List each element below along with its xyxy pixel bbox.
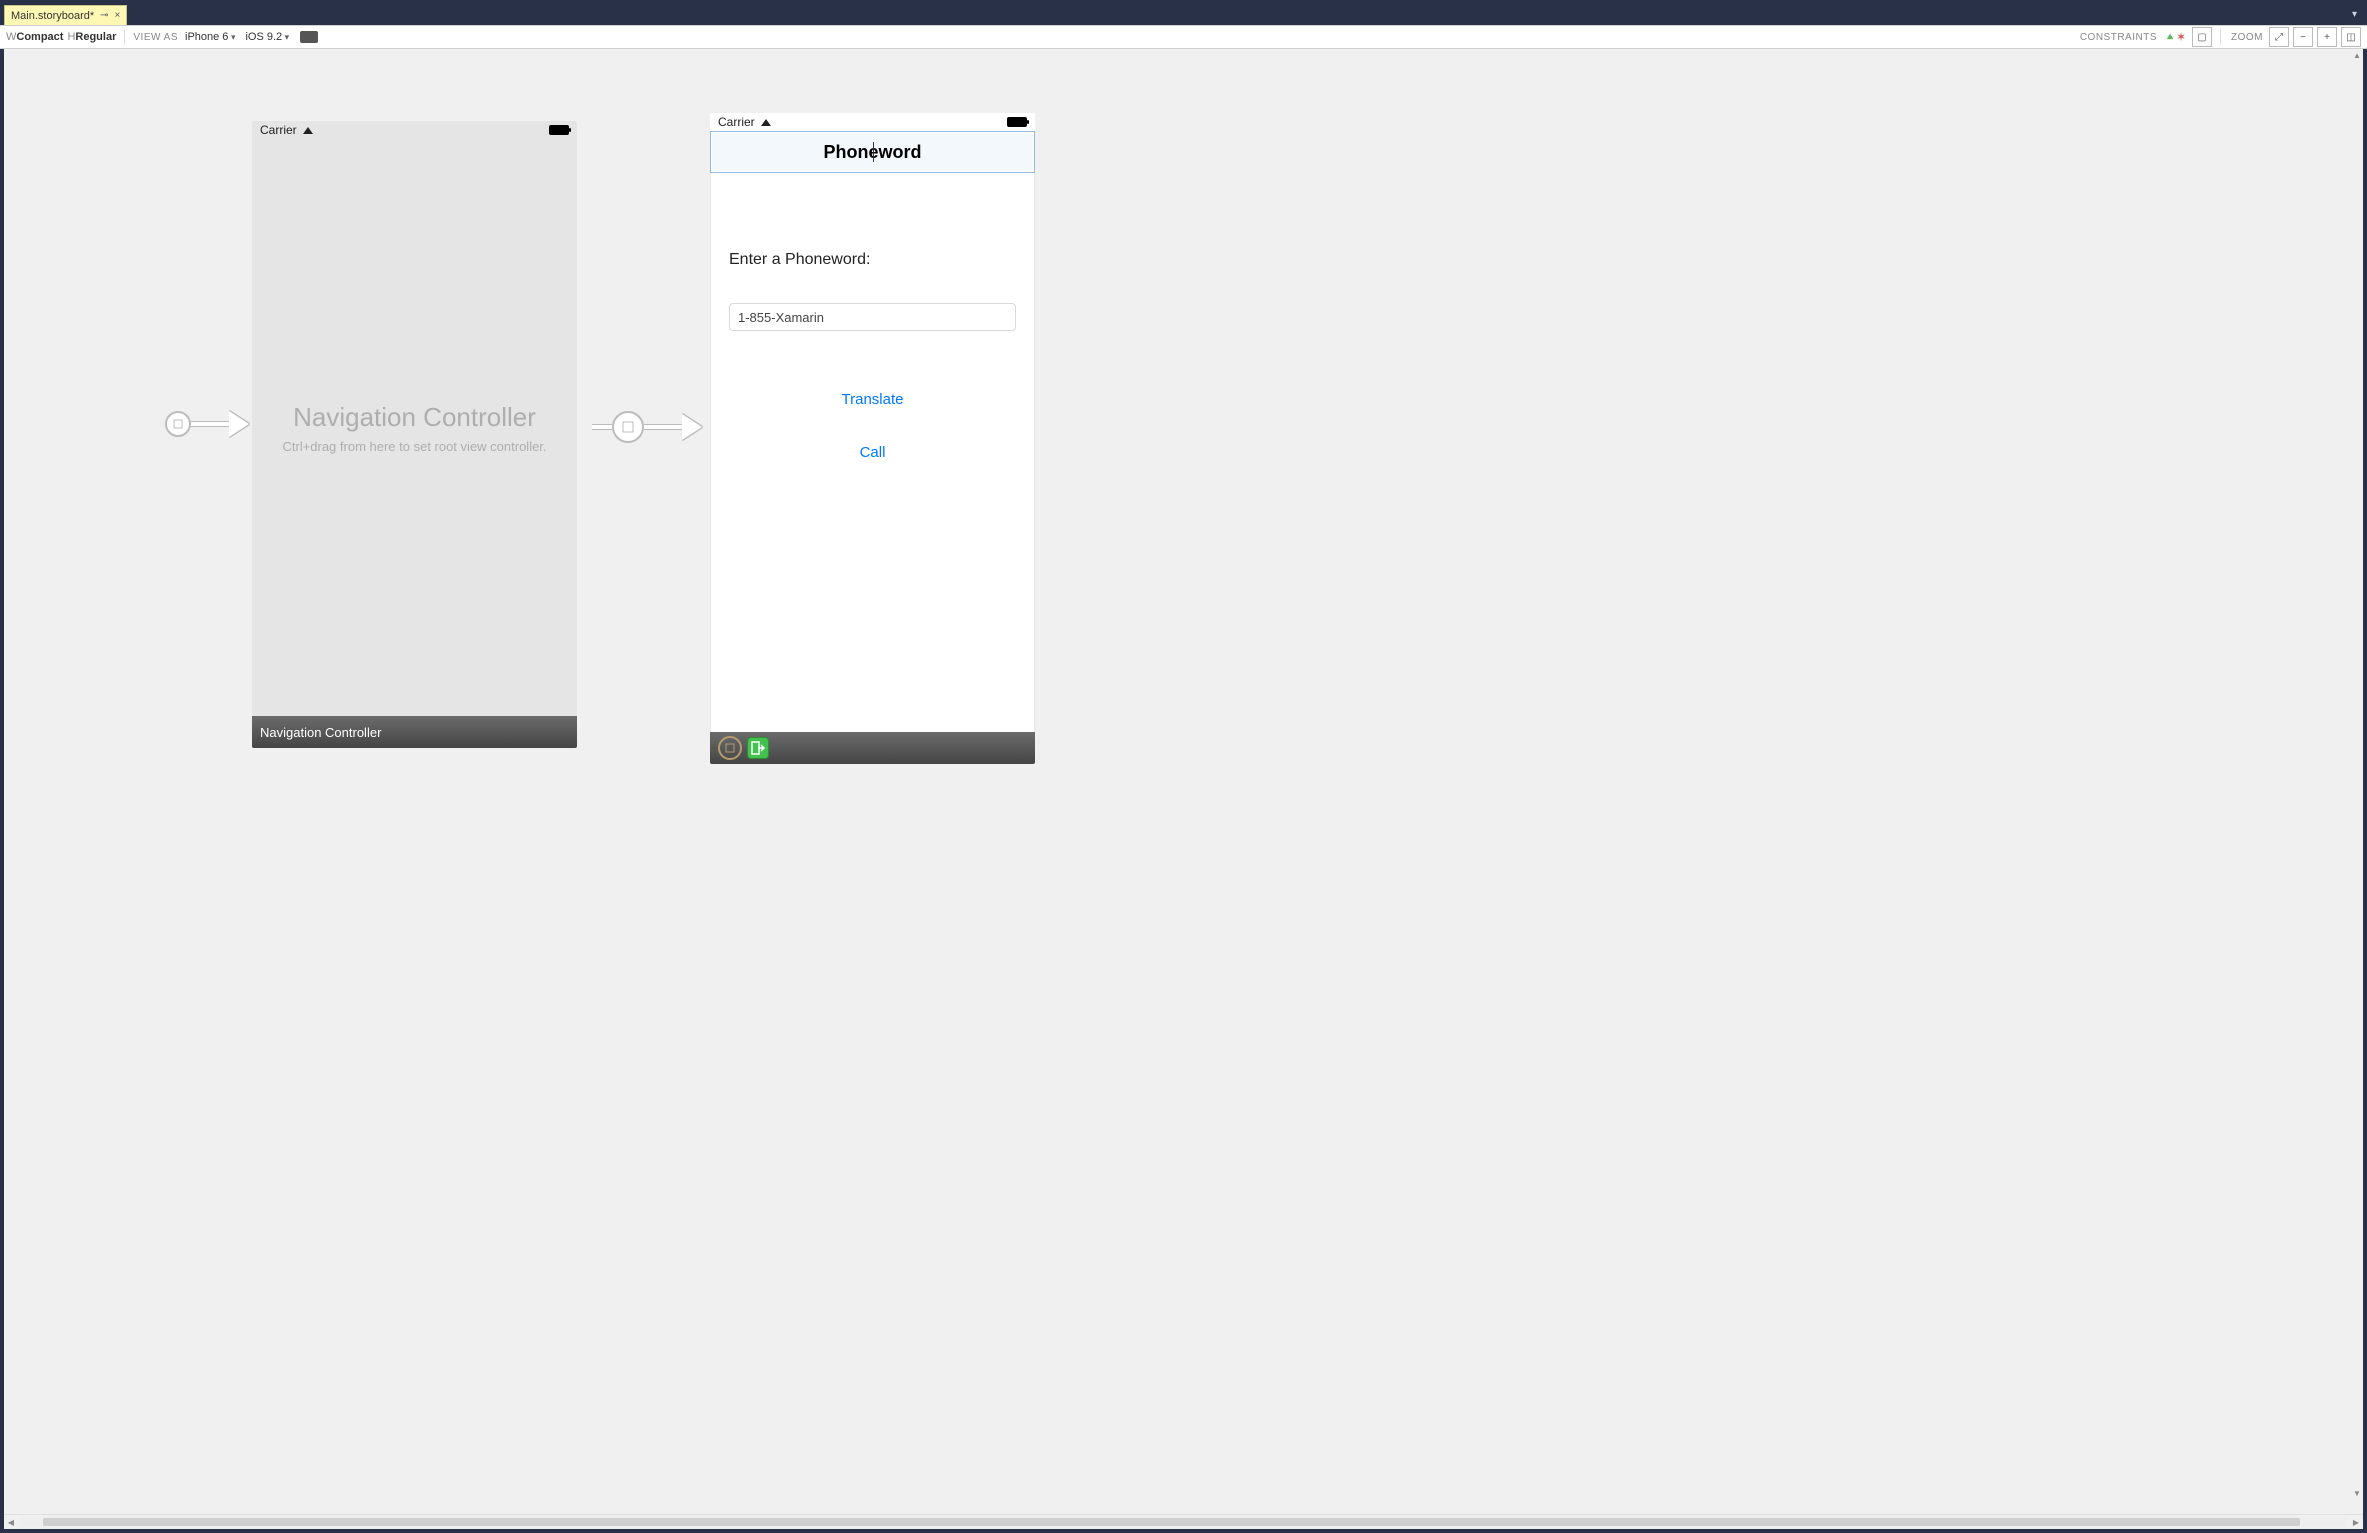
nav-controller-body: Navigation Controller Ctrl+drag from her… (252, 139, 577, 716)
scene-dock[interactable]: Navigation Controller (252, 716, 577, 748)
wifi-icon (301, 125, 315, 135)
zoom-fit-icon[interactable]: ⤢ (2269, 27, 2289, 47)
initial-segue-arrow[interactable] (165, 411, 249, 437)
carrier-label: Carrier (260, 123, 297, 137)
navigation-controller-scene[interactable]: Carrier Navigation Controller Ctrl+drag … (252, 121, 577, 748)
wifi-icon (759, 117, 773, 127)
prompt-label: Enter a Phoneword: (729, 251, 1016, 269)
frames-mode-icon[interactable]: ▢ (2192, 27, 2212, 47)
zoom-label: ZOOM (2231, 32, 2263, 43)
scroll-track[interactable] (20, 1517, 2347, 1527)
zoom-in-icon[interactable]: + (2317, 27, 2337, 47)
constraint-add-icon[interactable]: ⯅ (2165, 32, 2175, 42)
zoom-out-icon[interactable]: − (2293, 27, 2313, 47)
storyboard-canvas-outer: Carrier Navigation Controller Ctrl+drag … (0, 49, 2367, 1533)
scroll-left-icon[interactable]: ◀ (4, 1518, 18, 1527)
constraint-remove-icon[interactable]: ✶ (2176, 32, 2186, 42)
scene-dock-title: Navigation Controller (260, 725, 381, 740)
separator (124, 29, 125, 45)
close-icon[interactable]: × (115, 10, 121, 21)
battery-icon (549, 125, 569, 135)
scroll-down-icon[interactable]: ▼ (2353, 1489, 2361, 1498)
scene-dock[interactable] (710, 732, 1035, 764)
textfield-value: 1-855-Xamarin (738, 310, 824, 325)
pin-icon[interactable]: ⊸ (100, 10, 108, 21)
arrow-right-icon (229, 411, 249, 437)
document-tab-row: Main.storyboard* ⊸ × ▾ (0, 5, 2367, 25)
options-toolbar: WCompact HRegular VIEW AS iPhone 6 iOS 9… (0, 25, 2367, 49)
document-tab[interactable]: Main.storyboard* ⊸ × (4, 5, 127, 25)
ios-version-picker[interactable]: iOS 9.2 (242, 30, 292, 44)
size-class-height[interactable]: HRegular (67, 31, 116, 43)
phoneword-scene[interactable]: Carrier Phoneword Enter a Phoneword: 1-8… (710, 113, 1035, 764)
scroll-up-icon[interactable]: ▲ (2353, 51, 2361, 60)
root-segue-arrow[interactable] (592, 411, 702, 443)
view-body[interactable]: Enter a Phoneword: 1-855-Xamarin Transla… (710, 173, 1035, 732)
document-tab-title: Main.storyboard* (11, 10, 94, 22)
nav-controller-hint: Ctrl+drag from here to set root view con… (282, 439, 546, 454)
segue-line (191, 421, 229, 427)
call-button[interactable]: Call (729, 444, 1016, 461)
segue-line (592, 424, 612, 430)
segue-kind-icon (612, 411, 644, 443)
zoom-actual-icon[interactable]: ◫ (2341, 27, 2361, 47)
constraints-indicators: ⯅ ✶ (2165, 32, 2186, 42)
arrow-right-icon (682, 414, 702, 440)
horizontal-scrollbar[interactable]: ◀ ▶ (4, 1514, 2363, 1529)
device-picker[interactable]: iPhone 6 (182, 30, 238, 44)
storyboard-canvas[interactable]: Carrier Navigation Controller Ctrl+drag … (4, 49, 2363, 1514)
view-as-label: VIEW AS (133, 32, 178, 43)
size-class-width[interactable]: WCompact (6, 31, 63, 43)
vertical-scrollbar[interactable]: ▲ ▼ (2351, 49, 2363, 1500)
nav-controller-title: Navigation Controller (293, 402, 536, 433)
separator (2220, 29, 2221, 45)
constraints-label: CONSTRAINTS (2080, 32, 2157, 43)
orientation-toggle-icon[interactable] (300, 31, 318, 43)
scroll-thumb[interactable] (43, 1518, 2300, 1526)
navigation-bar[interactable]: Phoneword (710, 131, 1035, 173)
status-bar: Carrier (252, 121, 577, 139)
first-responder-icon[interactable] (718, 736, 742, 760)
segue-line (644, 424, 682, 430)
status-bar: Carrier (710, 113, 1035, 131)
battery-icon (1007, 117, 1027, 127)
tabs-overflow-icon[interactable]: ▾ (2352, 9, 2357, 20)
translate-button[interactable]: Translate (729, 391, 1016, 408)
scroll-right-icon[interactable]: ▶ (2349, 1518, 2363, 1527)
nav-title[interactable]: Phoneword (824, 142, 922, 163)
carrier-label: Carrier (718, 115, 755, 129)
segue-source-icon (165, 411, 191, 437)
exit-icon[interactable] (748, 738, 768, 758)
phoneword-textfield[interactable]: 1-855-Xamarin (729, 303, 1016, 331)
